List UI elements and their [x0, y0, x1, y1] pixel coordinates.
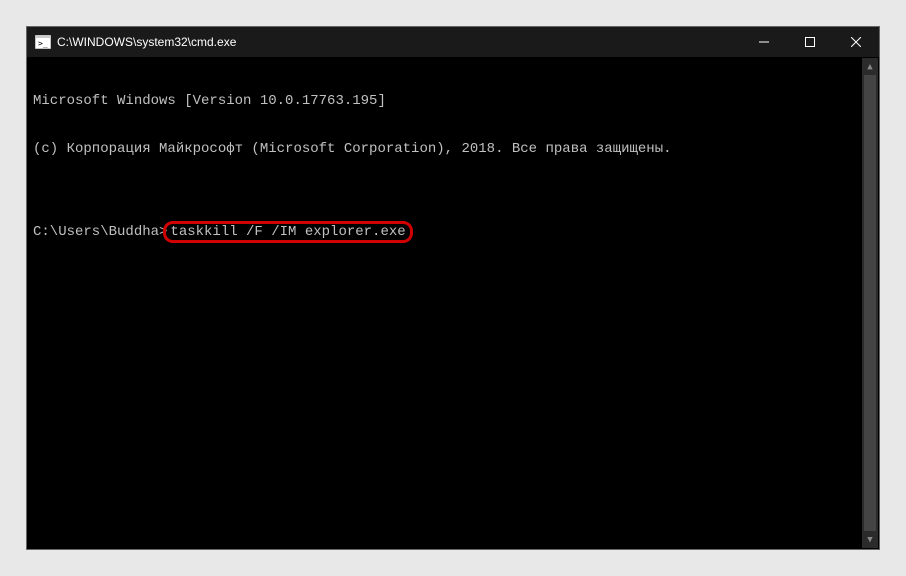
- window-title: C:\WINDOWS\system32\cmd.exe: [57, 35, 741, 49]
- highlighted-command: taskkill /F /IM explorer.exe: [163, 221, 412, 243]
- cmd-window: >_ C:\WINDOWS\system32\cmd.exe Microsoft…: [26, 26, 880, 550]
- close-button[interactable]: [833, 27, 879, 57]
- console-output[interactable]: Microsoft Windows [Version 10.0.17763.19…: [27, 57, 879, 549]
- scrollbar-thumb[interactable]: [864, 75, 876, 531]
- cmd-icon: >_: [35, 34, 51, 50]
- scrollbar-track[interactable]: [862, 75, 878, 531]
- prompt-text: C:\Users\Buddha>: [33, 224, 167, 240]
- titlebar[interactable]: >_ C:\WINDOWS\system32\cmd.exe: [27, 27, 879, 57]
- window-controls: [741, 27, 879, 57]
- minimize-button[interactable]: [741, 27, 787, 57]
- svg-text:>_: >_: [38, 39, 48, 48]
- scroll-down-arrow-icon[interactable]: ▼: [862, 531, 878, 548]
- vertical-scrollbar[interactable]: ▲ ▼: [862, 58, 878, 548]
- command-text: taskkill /F /IM explorer.exe: [170, 224, 405, 240]
- prompt-line: C:\Users\Buddha>taskkill /F /IM explorer…: [33, 221, 873, 243]
- copyright-line: (c) Корпорация Майкрософт (Microsoft Cor…: [33, 141, 873, 157]
- scroll-up-arrow-icon[interactable]: ▲: [862, 58, 878, 75]
- version-line: Microsoft Windows [Version 10.0.17763.19…: [33, 93, 873, 109]
- maximize-button[interactable]: [787, 27, 833, 57]
